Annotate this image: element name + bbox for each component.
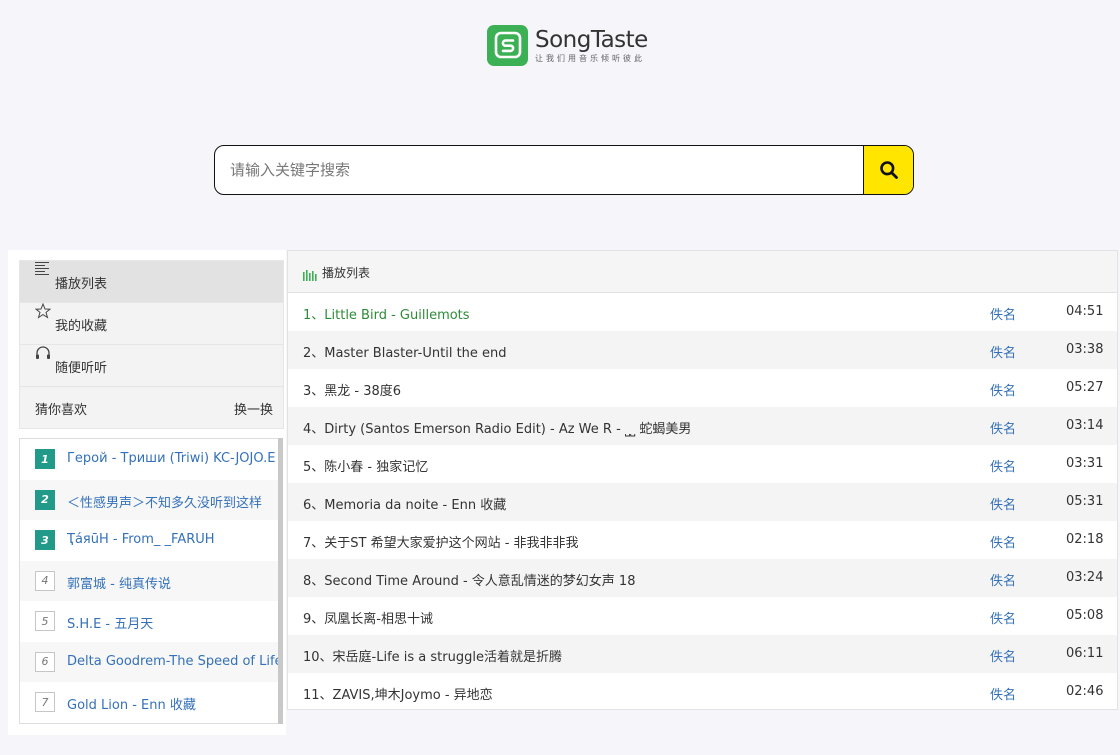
song-title[interactable]: 3、黑龙 - 38度6: [303, 380, 401, 399]
song-row[interactable]: 1、Little Bird - Guillemots 佚名 04:51: [288, 293, 1117, 331]
song-title[interactable]: 6、Memoria da noite - Enn 收藏: [303, 494, 506, 513]
guess-header: 猜你喜欢 换一换: [20, 387, 283, 428]
playlist-title: 播放列表: [322, 266, 371, 280]
list-item[interactable]: 1 Герой - Триши (Triwi) KC-JOJO.E: [20, 439, 278, 480]
song-title[interactable]: 8、Second Time Around - 令人意乱情迷的梦幻女声 18: [303, 570, 635, 589]
song-title[interactable]: 5、陈小春 - 独家记忆: [303, 456, 428, 475]
song-list: 1、Little Bird - Guillemots 佚名 04:51 2、Ma…: [288, 293, 1117, 711]
sidebar-menu: 播放列表 我的收藏 随便听听 猜你喜欢 换一换: [19, 260, 284, 429]
scrollbar[interactable]: [278, 438, 283, 724]
list-item[interactable]: 7 Gold Lion - Enn 收藏: [20, 682, 278, 723]
search-input[interactable]: [215, 146, 863, 194]
star-icon: [34, 302, 52, 323]
song-title[interactable]: 9、凤凰长离-相思十诫: [303, 608, 433, 627]
sidebar-item-label: 我的收藏: [55, 319, 108, 334]
guess-title: 猜你喜欢: [35, 403, 88, 418]
rec-title[interactable]: Gold Lion - Enn 收藏: [67, 694, 196, 713]
sidebar-item-label: 随便听听: [55, 361, 108, 376]
song-artist[interactable]: 佚名: [990, 304, 1016, 323]
list-item[interactable]: 6 Delta Goodrem-The Speed of Life: [20, 641, 278, 682]
site-logo[interactable]: SongTaste 让我们用音乐倾听彼此: [487, 24, 648, 66]
song-artist[interactable]: 佚名: [990, 684, 1016, 703]
song-row[interactable]: 3、黑龙 - 38度6 佚名 05:27: [288, 369, 1117, 407]
song-artist[interactable]: 佚名: [990, 646, 1016, 665]
list-item[interactable]: 5 S.H.E - 五月天: [20, 601, 278, 642]
rank-badge: 4: [35, 570, 55, 591]
playlist-header: 播放列表: [288, 251, 1117, 293]
search-bar: [214, 145, 914, 195]
logo-slogan: 让我们用音乐倾听彼此: [535, 53, 645, 63]
sidebar-item-random[interactable]: 随便听听: [20, 345, 283, 387]
rec-title[interactable]: Delta Goodrem-The Speed of Life: [67, 654, 278, 669]
song-duration: 06:11: [1066, 646, 1104, 661]
song-artist[interactable]: 佚名: [990, 608, 1016, 627]
sidebar-item-playlist[interactable]: 播放列表: [20, 261, 283, 303]
song-artist[interactable]: 佚名: [990, 532, 1016, 551]
song-artist[interactable]: 佚名: [990, 570, 1016, 589]
song-title[interactable]: 10、宋岳庭-Life is a struggle活着就是折腾: [303, 646, 562, 665]
rec-title[interactable]: ＜性感男声＞不知多久没听到这样: [67, 492, 262, 511]
rank-badge: 3: [35, 530, 55, 550]
song-row[interactable]: 8、Second Time Around - 令人意乱情迷的梦幻女声 18 佚名…: [288, 559, 1117, 597]
song-artist[interactable]: 佚名: [990, 456, 1016, 475]
list-item[interactable]: 2 ＜性感男声＞不知多久没听到这样: [20, 479, 278, 520]
song-row[interactable]: 11、ZAVIS,坤木Joymo - 异地恋 佚名 02:46: [288, 673, 1117, 711]
equalizer-icon: [303, 266, 317, 285]
song-artist[interactable]: 佚名: [990, 494, 1016, 513]
rank-badge: 5: [35, 611, 55, 631]
search-button[interactable]: [863, 146, 913, 194]
song-artist[interactable]: 佚名: [990, 380, 1016, 399]
song-duration: 05:27: [1066, 380, 1104, 395]
headphones-icon: [35, 345, 51, 365]
song-duration: 03:31: [1066, 456, 1104, 471]
rank-badge: 2: [35, 489, 55, 510]
song-row[interactable]: 7、关于ST 希望大家爱护这个网站 - 非我非非我 佚名 02:18: [288, 521, 1117, 559]
song-duration: 03:38: [1066, 342, 1104, 357]
playlist-panel: 播放列表 1、Little Bird - Guillemots 佚名 04:51…: [287, 250, 1118, 710]
song-title[interactable]: 11、ZAVIS,坤木Joymo - 异地恋: [303, 684, 493, 703]
logo-s-icon: [487, 24, 528, 66]
rank-badge: 7: [35, 692, 55, 712]
song-title[interactable]: 4、Dirty (Santos Emerson Radio Edit) - Az…: [303, 418, 691, 437]
rec-title[interactable]: 郭富城 - 纯真传说: [67, 573, 171, 592]
rank-badge: 6: [35, 651, 55, 672]
rec-title[interactable]: ҬáяūН - From_ _FARUH: [67, 532, 215, 547]
sidebar-item-favorites[interactable]: 我的收藏: [20, 302, 283, 345]
song-row[interactable]: 9、凤凰长离-相思十诫 佚名 05:08: [288, 597, 1117, 635]
logo-name: SongTaste: [535, 26, 648, 53]
list-item[interactable]: 4 郭富城 - 纯真传说: [20, 560, 278, 601]
song-duration: 05:31: [1066, 494, 1104, 509]
rec-title[interactable]: Герой - Триши (Triwi) KC-JOJO.E: [67, 451, 275, 466]
song-duration: 02:46: [1066, 684, 1104, 699]
song-duration: 02:18: [1066, 532, 1104, 547]
song-row[interactable]: 2、Master Blaster-Until the end 佚名 03:38: [288, 331, 1117, 369]
left-panel: 播放列表 我的收藏 随便听听 猜你喜欢 换一换 1 Герой - Триши …: [8, 250, 286, 735]
search-icon: [879, 161, 898, 179]
song-duration: 03:14: [1066, 418, 1104, 433]
song-row[interactable]: 5、陈小春 - 独家记忆 佚名 03:31: [288, 445, 1117, 483]
song-artist[interactable]: 佚名: [990, 342, 1016, 361]
recommendation-list: 1 Герой - Триши (Triwi) KC-JOJO.E 2 ＜性感男…: [19, 438, 278, 724]
rec-title[interactable]: S.H.E - 五月天: [67, 613, 153, 632]
song-title[interactable]: 2、Master Blaster-Until the end: [303, 342, 507, 361]
song-row[interactable]: 10、宋岳庭-Life is a struggle活着就是折腾 佚名 06:11: [288, 635, 1117, 673]
song-title[interactable]: 7、关于ST 希望大家爱护这个网站 - 非我非非我: [303, 532, 579, 551]
refresh-button[interactable]: 换一换: [234, 399, 273, 418]
song-row[interactable]: 4、Dirty (Santos Emerson Radio Edit) - Az…: [288, 407, 1117, 445]
song-duration: 05:08: [1066, 608, 1104, 623]
list-icon: [35, 261, 51, 283]
song-duration: 04:51: [1066, 304, 1104, 319]
song-title[interactable]: 1、Little Bird - Guillemots: [303, 304, 470, 323]
sidebar-item-label: 播放列表: [55, 277, 108, 292]
song-row[interactable]: 6、Memoria da noite - Enn 收藏 佚名 05:31: [288, 483, 1117, 521]
list-item[interactable]: 3 ҬáяūН - From_ _FARUH: [20, 520, 278, 561]
song-duration: 03:24: [1066, 570, 1104, 585]
rank-badge: 1: [35, 449, 55, 469]
song-artist[interactable]: 佚名: [990, 418, 1016, 437]
